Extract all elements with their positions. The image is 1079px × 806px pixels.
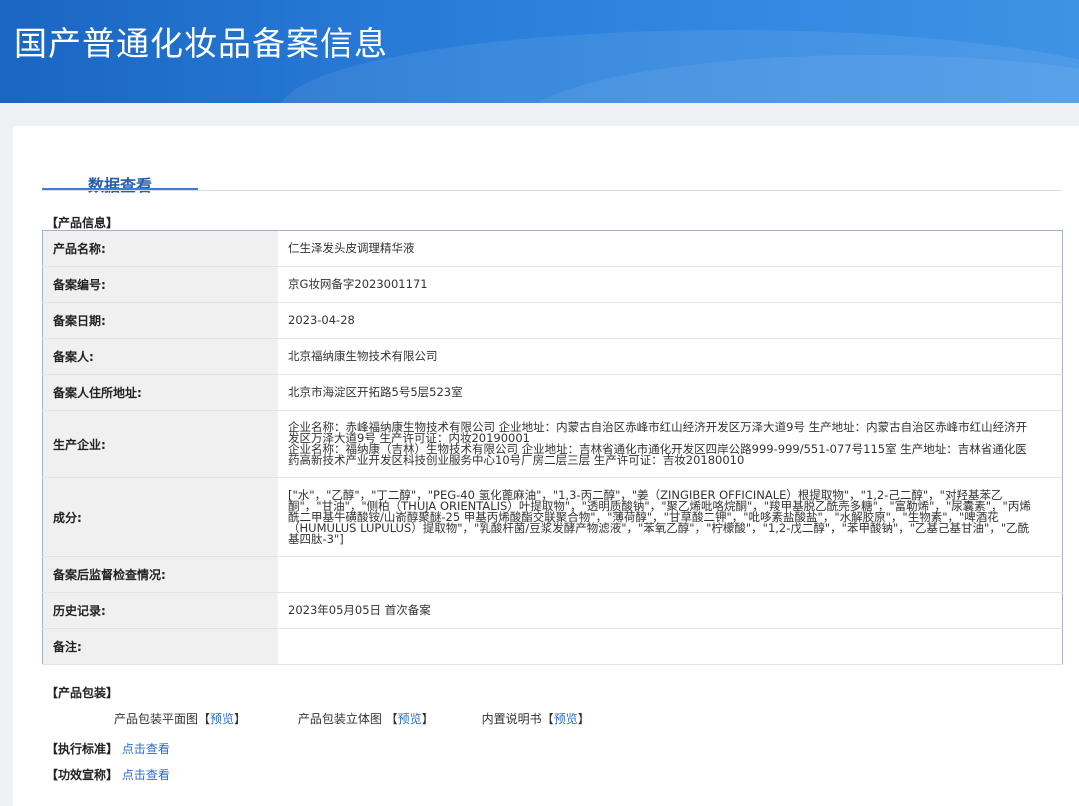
packaging-item-3d: 产品包装立体图 【预览】: [297, 712, 434, 726]
packaging-items: 产品包装平面图【预览】 产品包装立体图 【预览】 内置说明书【预览】: [114, 710, 590, 727]
info-row-value: 企业名称：赤峰福纳康生物技术有限公司 企业地址：内蒙古自治区赤峰市红山经济开发区…: [278, 410, 1063, 478]
info-row-label: 备案编号:: [42, 266, 278, 303]
standard-label: 【执行标准】: [46, 742, 119, 756]
packaging-item-flat: 产品包装平面图【预览】: [114, 712, 247, 726]
standard-view-link[interactable]: 点击查看: [122, 742, 170, 756]
info-row: 备案日期: 2023-04-28: [42, 302, 1063, 339]
content-panel: 数据查看 【产品信息】 产品名称: 仁生泽发头皮调理精华液 备案编号: 京G妆网备字2…: [13, 126, 1079, 806]
info-row: 备案编号: 京G妆网备字2023001171: [42, 266, 1063, 303]
packaging-heading: 【产品包装】: [46, 686, 119, 700]
packaging-item-label: 产品包装立体图: [297, 712, 382, 726]
info-row: 备案人住所地址: 北京市海淀区开拓路5号5层523室: [42, 374, 1063, 411]
info-row-value: 京G妆网备字2023001171: [278, 266, 1063, 303]
info-row: 备注:: [42, 628, 1063, 665]
efficacy-view-link[interactable]: 点击查看: [122, 768, 170, 782]
packaging-item-manual: 内置说明书【预览】: [481, 712, 590, 726]
packaging-item-label: 产品包装平面图: [114, 712, 199, 726]
info-row-label: 成分:: [42, 477, 278, 557]
info-row-label: 备案人住所地址:: [42, 374, 278, 411]
info-row-value: 仁生泽发头皮调理精华液: [278, 230, 1063, 267]
efficacy-label: 【功效宣称】: [46, 768, 119, 782]
info-row-value: [278, 556, 1063, 593]
preview-link[interactable]: 预览: [398, 712, 422, 726]
info-row: 历史记录: 2023年05月05日 首次备案: [42, 592, 1063, 629]
info-row-label: 备案人:: [42, 338, 278, 375]
info-row-label: 备案后监督检查情况:: [42, 556, 278, 593]
product-info-table: 产品名称: 仁生泽发头皮调理精华液 备案编号: 京G妆网备字2023001171 备案日…: [42, 230, 1063, 665]
preview-link[interactable]: 预览: [210, 712, 234, 726]
info-row-label: 备注:: [42, 628, 278, 665]
info-row-label: 历史记录:: [42, 592, 278, 629]
tab-bar-divider: [42, 190, 1062, 191]
tab-label: 数据查看: [87, 176, 152, 195]
info-row: 备案人: 北京福纳康生物技术有限公司: [42, 338, 1063, 375]
info-row-value: 北京福纳康生物技术有限公司: [278, 338, 1063, 375]
info-row-value: [278, 628, 1063, 665]
info-row-label: 备案日期:: [42, 302, 278, 339]
info-row-value: ["水"，"乙醇"，"丁二醇"，"PEG-40 氢化蓖麻油"，"1,3-丙二醇"…: [278, 477, 1063, 557]
info-row-label: 生产企业:: [42, 410, 278, 478]
info-row-value: 2023-04-28: [278, 302, 1063, 339]
packaging-item-label: 内置说明书: [481, 712, 542, 726]
preview-link[interactable]: 预览: [554, 712, 578, 726]
header-banner: 国产普通化妆品备案信息: [0, 0, 1079, 103]
info-row: 备案后监督检查情况:: [42, 556, 1063, 593]
info-row-value: 2023年05月05日 首次备案: [278, 592, 1063, 629]
info-row-value: 北京市海淀区开拓路5号5层523室: [278, 374, 1063, 411]
info-row: 产品名称: 仁生泽发头皮调理精华液: [42, 230, 1063, 267]
efficacy-row: 【功效宣称】 点击查看: [46, 766, 170, 783]
info-row-label: 产品名称:: [42, 230, 278, 267]
info-row: 成分: ["水"，"乙醇"，"丁二醇"，"PEG-40 氢化蓖麻油"，"1,3-丙…: [42, 477, 1063, 557]
tab-active-indicator: [42, 188, 198, 190]
info-row: 生产企业: 企业名称：赤峰福纳康生物技术有限公司 企业地址：内蒙古自治区赤峰市红山…: [42, 410, 1063, 478]
product-info-heading: 【产品信息】: [46, 216, 119, 230]
page-title: 国产普通化妆品备案信息: [14, 24, 388, 63]
tab-data-view[interactable]: 数据查看: [42, 150, 198, 194]
standard-row: 【执行标准】 点击查看: [46, 740, 170, 757]
